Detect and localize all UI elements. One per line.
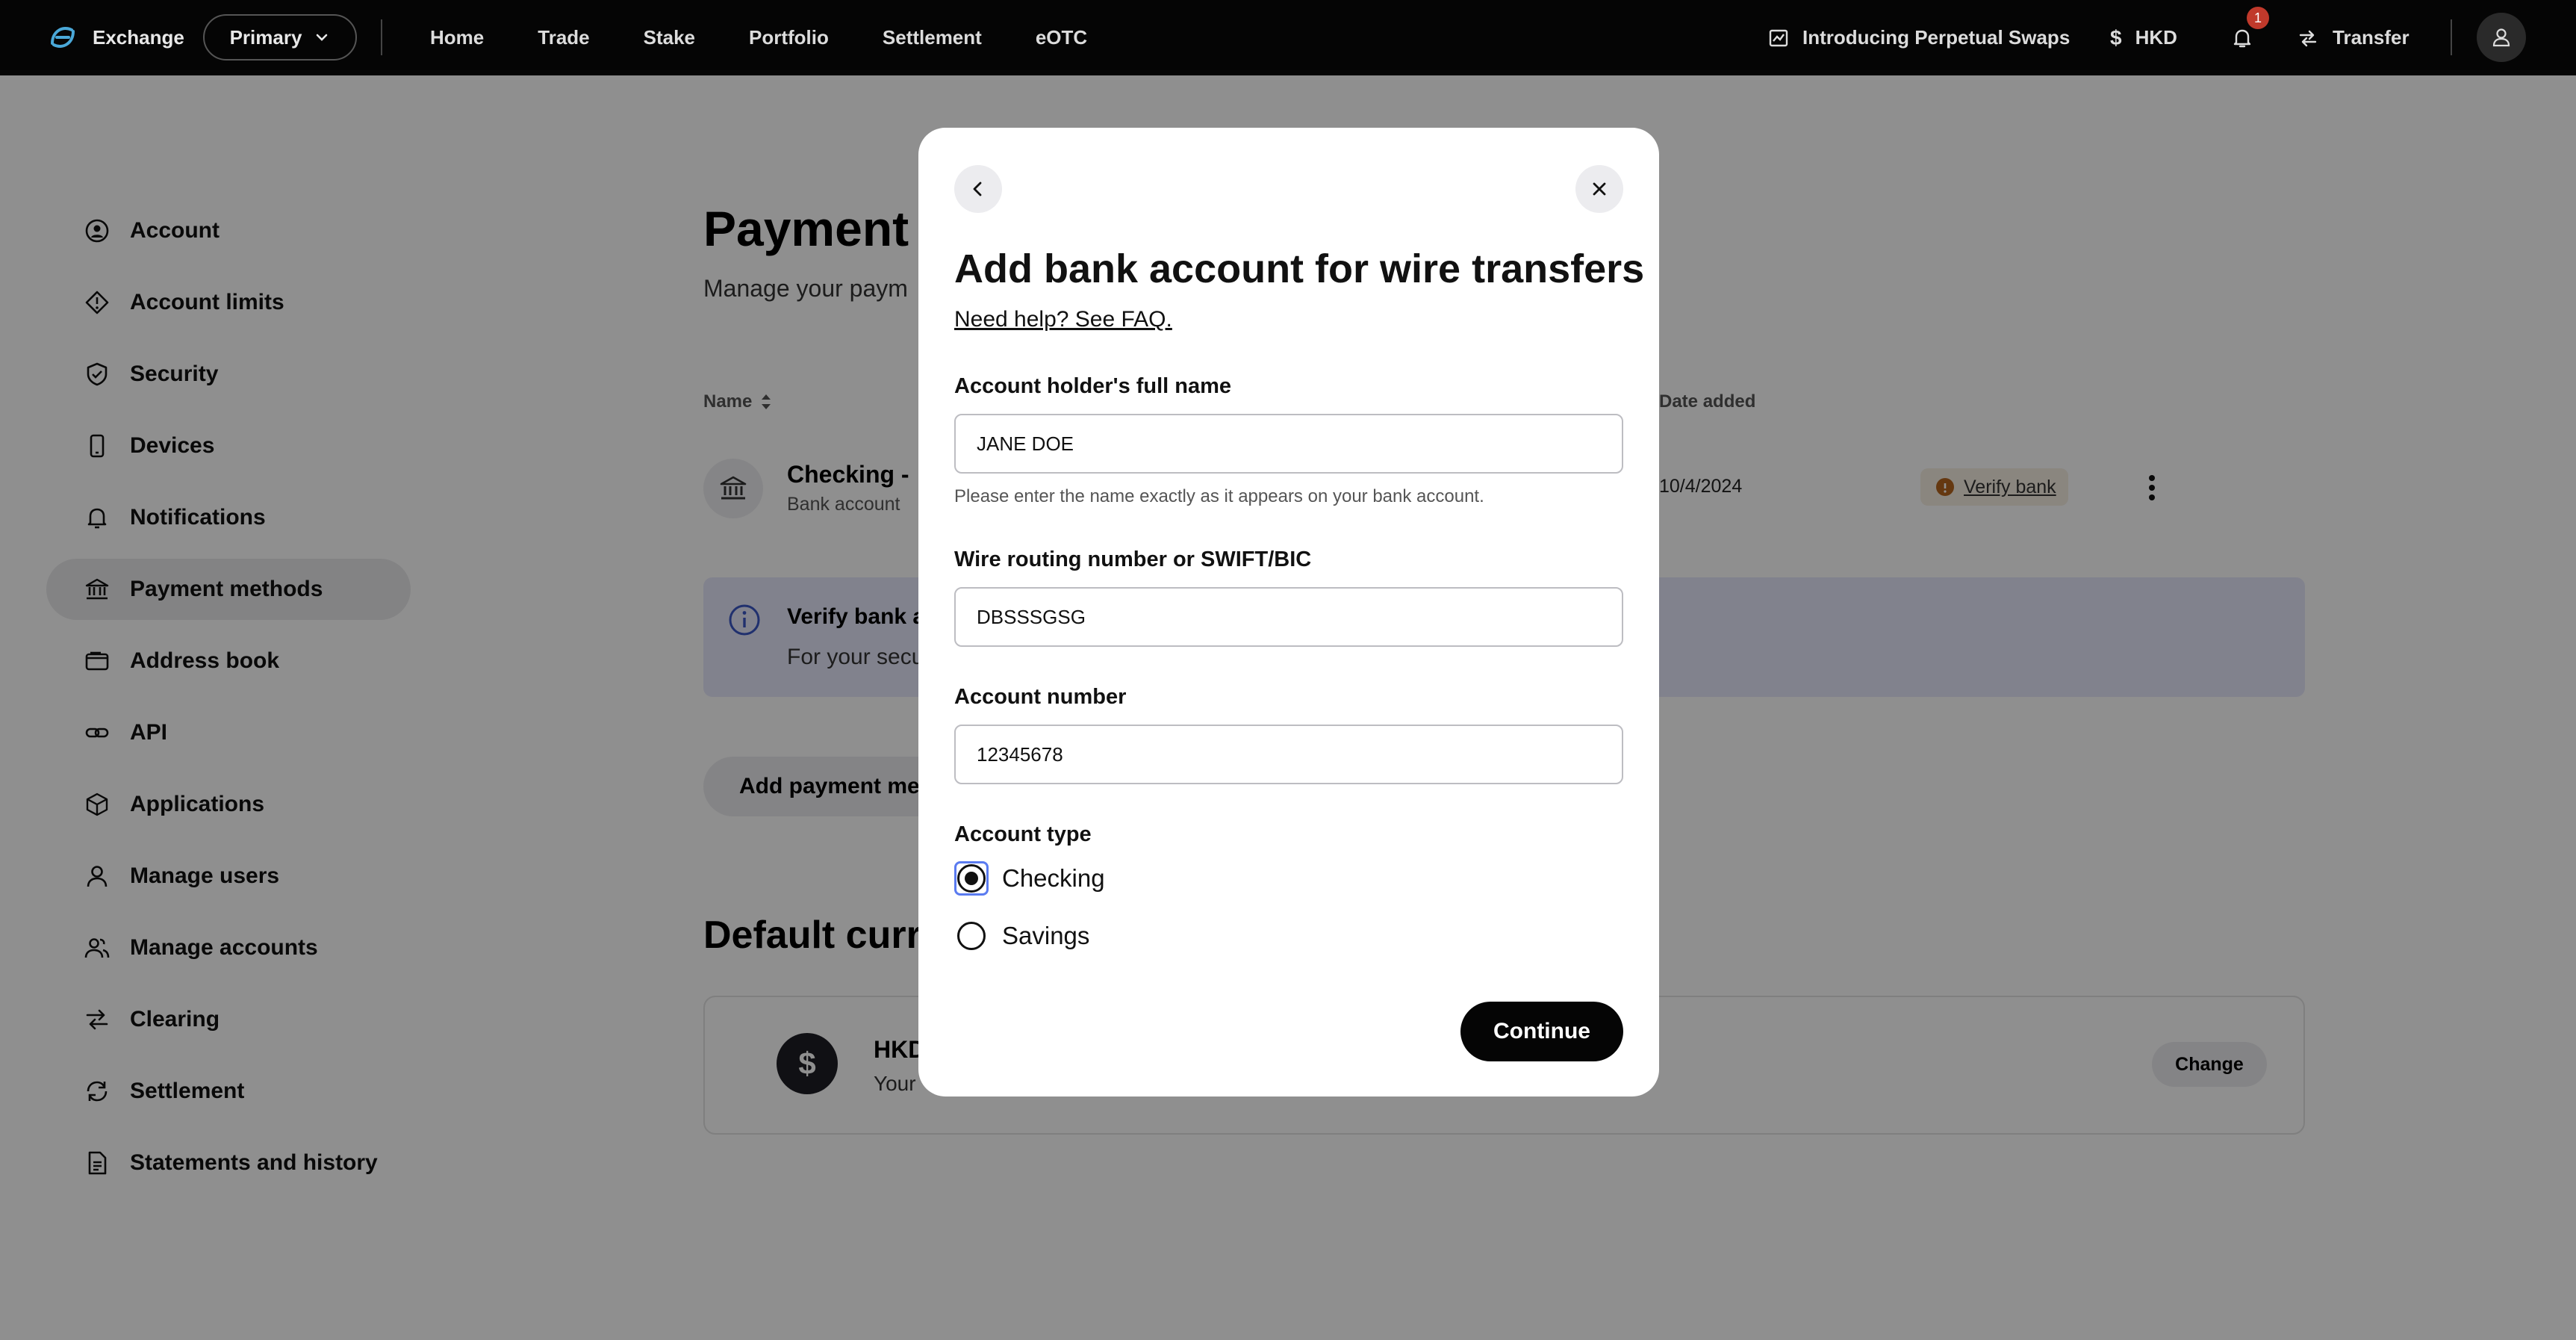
nav-divider (2451, 19, 2452, 55)
nav-divider (381, 19, 382, 55)
add-bank-account-modal: Add bank account for wire transfers Need… (918, 128, 1659, 1096)
top-navigation: Exchange Primary Home Trade Stake Portfo… (0, 0, 2576, 75)
currency-label: HKD (2135, 26, 2177, 49)
brand[interactable]: Exchange (46, 21, 184, 54)
savings-label: Savings (1002, 922, 1090, 949)
account-type-label: Account type (954, 822, 1092, 846)
holder-name-label: Account holder's full name (954, 374, 1232, 398)
routing-number-label: Wire routing number or SWIFT/BIC (954, 548, 1312, 571)
back-button[interactable] (954, 165, 1002, 213)
nav-link-trade[interactable]: Trade (538, 26, 589, 49)
account-switcher-label: Primary (229, 25, 302, 49)
transfer-arrows-icon (2297, 27, 2319, 49)
modal-title: Add bank account for wire transfers (954, 246, 1645, 291)
user-icon (2490, 26, 2513, 49)
promo-label: Introducing Perpetual Swaps (1802, 26, 2071, 49)
holder-name-input[interactable] (954, 414, 1623, 474)
continue-button[interactable]: Continue (1460, 1002, 1623, 1061)
routing-number-input[interactable] (954, 587, 1623, 647)
holder-name-hint: Please enter the name exactly as it appe… (954, 486, 1484, 506)
notification-badge: 1 (2247, 7, 2269, 29)
brand-name: Exchange (93, 25, 184, 49)
nav-link-eotc[interactable]: eOTC (1036, 26, 1087, 49)
radio-circle (957, 922, 986, 950)
main-nav-links: Home Trade Stake Portfolio Settlement eO… (430, 0, 1087, 75)
chevron-left-icon (968, 179, 988, 199)
chevron-down-icon (314, 29, 330, 46)
nav-link-portfolio[interactable]: Portfolio (749, 26, 829, 49)
savings-radio[interactable] (954, 919, 989, 953)
account-number-input[interactable] (954, 725, 1623, 784)
currency-selector[interactable]: $ HKD (2110, 0, 2177, 75)
profile-avatar[interactable] (2477, 13, 2526, 62)
perpetual-swaps-promo[interactable]: Introducing Perpetual Swaps (1768, 0, 2070, 75)
account-type-checking[interactable]: Checking (954, 861, 1105, 896)
checking-radio[interactable] (954, 861, 989, 896)
account-type-savings[interactable]: Savings (954, 919, 1089, 953)
radio-selected-dot (965, 872, 978, 885)
account-number-label: Account number (954, 685, 1127, 709)
close-button[interactable] (1575, 165, 1623, 213)
chart-icon (1768, 28, 1789, 49)
bell-icon (2231, 27, 2253, 49)
close-icon (1590, 179, 1609, 199)
exchange-logo-icon (46, 21, 79, 54)
transfer-button[interactable]: Transfer (2297, 0, 2409, 75)
checking-label: Checking (1002, 864, 1105, 892)
nav-link-settlement[interactable]: Settlement (883, 26, 982, 49)
transfer-label: Transfer (2333, 26, 2409, 49)
nav-link-stake[interactable]: Stake (644, 26, 695, 49)
radio-circle (957, 864, 986, 893)
faq-help-link[interactable]: Need help? See FAQ. (954, 307, 1172, 332)
nav-link-home[interactable]: Home (430, 26, 484, 49)
account-switcher[interactable]: Primary (203, 14, 357, 61)
dollar-icon: $ (2110, 25, 2122, 49)
